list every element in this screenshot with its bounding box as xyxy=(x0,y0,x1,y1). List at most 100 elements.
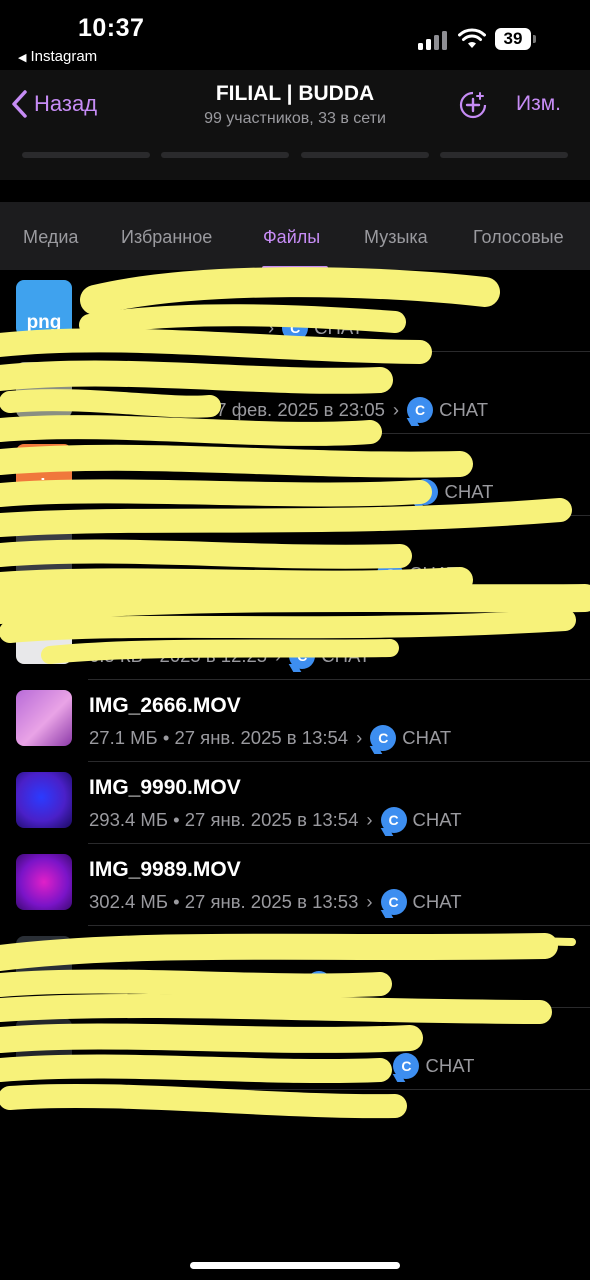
chat-label: CHAT xyxy=(439,399,489,420)
chat-avatar-icon: C xyxy=(306,971,333,997)
chevron-right-icon: › xyxy=(356,727,363,748)
back-triangle-icon: ◀ xyxy=(18,52,27,64)
list-item[interactable]: 6.5 КБ • 2025 в 12:25 › C CHAT xyxy=(0,598,590,680)
battery-tip xyxy=(533,35,536,43)
list-item[interactable]: 27 фев. 2025 в 23:05 › C CHAT xyxy=(0,352,590,434)
image-thumbnail xyxy=(16,608,72,664)
add-member-icon[interactable] xyxy=(458,90,488,120)
home-indicator[interactable] xyxy=(190,1262,400,1269)
back-app-label: Instagram xyxy=(30,48,98,65)
chat-label: CHAT xyxy=(338,973,388,994)
file-meta: 6.5 КБ • 2025 в 12:25 › C CHAT xyxy=(89,643,370,669)
wifi-icon xyxy=(458,28,486,48)
chat-subtitle: 99 участников, 33 в сети xyxy=(204,110,386,127)
tab-music[interactable]: Музыка xyxy=(364,227,428,248)
chat-label: CHAT xyxy=(314,317,364,338)
chat-label: CHAT xyxy=(412,809,462,830)
chat-avatar-icon: C xyxy=(380,889,407,915)
video-thumbnail xyxy=(16,772,72,828)
file-meta: 12:25 › C CHAT xyxy=(344,479,493,505)
clock: 10:37 xyxy=(78,14,145,42)
row-divider xyxy=(88,1089,590,1090)
file-name: IMG_2666.MOV xyxy=(89,694,241,717)
list-item[interactable]: png › C CHAT xyxy=(0,270,590,352)
chevron-right-icon: › xyxy=(292,973,299,994)
tab-favorites[interactable]: Избранное xyxy=(121,227,212,248)
image-thumbnail xyxy=(16,1018,72,1074)
file-meta-text: 12:25 xyxy=(344,481,391,502)
chevron-right-icon: › xyxy=(366,809,373,830)
loading-placeholders xyxy=(22,152,568,160)
list-item[interactable]: IMG_2666.MOV 27.1 МБ • 27 янв. 2025 в 13… xyxy=(0,680,590,762)
chat-label: CHAT xyxy=(444,481,494,502)
file-name: IMG_9990.MOV xyxy=(89,776,241,799)
zip-file-icon: zip xyxy=(16,444,72,500)
image-thumbnail xyxy=(16,362,72,418)
list-item[interactable]: 27.7 КБ › C CHAT xyxy=(0,926,590,1008)
back-to-app-link[interactable]: ◀ Instagram xyxy=(18,48,97,65)
chat-avatar-icon: C xyxy=(407,397,434,423)
video-thumbnail xyxy=(16,690,72,746)
file-meta: 293.4 МБ • 27 янв. 2025 в 13:54 › C CHAT xyxy=(89,807,462,833)
chat-label: CHAT xyxy=(412,891,462,912)
edit-button[interactable]: Изм. xyxy=(516,92,561,116)
chat-avatar-icon: C xyxy=(380,807,407,833)
video-thumbnail xyxy=(16,854,72,910)
tab-files[interactable]: Файлы xyxy=(263,227,320,248)
chevron-right-icon: › xyxy=(268,317,275,338)
file-meta-text: 27.7 КБ xyxy=(220,973,285,994)
file-name: IMG_9989.MOV xyxy=(89,858,241,881)
chat-avatar-icon: C xyxy=(377,561,404,587)
status-bar: 10:37 ◀ Instagram 39 xyxy=(0,0,590,70)
chevron-right-icon: › xyxy=(392,399,400,420)
file-meta: 302.4 МБ • 27 янв. 2025 в 13:53 › C CHAT xyxy=(89,889,462,915)
file-meta: › C CHAT xyxy=(260,315,363,341)
chat-label: CHAT xyxy=(409,563,459,584)
chat-avatar-icon: C xyxy=(412,479,439,505)
file-meta-text: 27.1 МБ • 27 янв. 2025 в 13:54 xyxy=(89,727,349,748)
placeholder-bar xyxy=(300,152,429,158)
list-item[interactable]: IMG_9989.MOV 302.4 МБ • 27 янв. 2025 в 1… xyxy=(0,844,590,926)
list-item[interactable]: › C CHAT xyxy=(0,516,590,598)
chevron-right-icon: › xyxy=(363,563,370,584)
chat-label: CHAT xyxy=(402,727,452,748)
chevron-right-icon: › xyxy=(275,645,282,666)
placeholder-bar xyxy=(439,152,568,158)
file-meta: 05:18 › C CHAT xyxy=(325,1053,474,1079)
chat-avatar-icon: C xyxy=(393,1053,420,1079)
placeholder-bar xyxy=(22,152,150,158)
list-item[interactable]: zip 12:25 › C CHAT xyxy=(0,434,590,516)
media-tabs: Медиа Избранное Файлы Музыка Голосовые xyxy=(0,202,590,270)
battery-icon: 39 xyxy=(495,28,531,50)
chat-title[interactable]: FILIAL | BUDDA xyxy=(150,82,440,106)
file-meta-text: 293.4 МБ • 27 янв. 2025 в 13:54 xyxy=(89,809,359,830)
chat-label: CHAT xyxy=(425,1055,475,1076)
png-file-icon: png xyxy=(16,280,72,336)
file-meta: 27 фев. 2025 в 23:05 › C CHAT xyxy=(206,397,488,423)
file-meta-text: 302.4 МБ • 27 янв. 2025 в 13:53 xyxy=(89,891,359,912)
chevron-right-icon: › xyxy=(366,891,373,912)
file-meta-text: 27 фев. 2025 в 23:05 xyxy=(206,399,385,420)
placeholder-bar xyxy=(161,152,290,158)
cellular-signal-icon xyxy=(418,30,450,50)
file-meta-text: 6.5 КБ • 2025 в 12:25 xyxy=(89,645,268,666)
list-item[interactable]: IMG_9990.MOV 293.4 МБ • 27 янв. 2025 в 1… xyxy=(0,762,590,844)
back-button-label: Назад xyxy=(34,91,98,116)
back-button[interactable]: Назад xyxy=(10,86,97,122)
file-meta-text: 05:18 xyxy=(325,1055,372,1076)
chat-header: Назад FILIAL | BUDDA 99 участников, 33 в… xyxy=(0,70,590,180)
file-meta: 27.7 КБ › C CHAT xyxy=(220,971,387,997)
list-item[interactable]: 05:18 › C CHAT xyxy=(0,1008,590,1090)
tab-voice[interactable]: Голосовые xyxy=(473,227,564,248)
chat-label: CHAT xyxy=(321,645,371,666)
header-gap xyxy=(0,180,590,202)
chat-avatar-icon: C xyxy=(282,315,309,341)
chevron-left-icon xyxy=(12,90,27,118)
file-meta: 27.1 МБ • 27 янв. 2025 в 13:54 › C CHAT xyxy=(89,725,451,751)
image-thumbnail xyxy=(16,526,72,582)
chat-avatar-icon: C xyxy=(289,643,316,669)
tab-media[interactable]: Медиа xyxy=(23,227,78,248)
chevron-right-icon: › xyxy=(379,1055,386,1076)
image-thumbnail xyxy=(16,936,72,992)
chat-avatar-icon: C xyxy=(370,725,397,751)
